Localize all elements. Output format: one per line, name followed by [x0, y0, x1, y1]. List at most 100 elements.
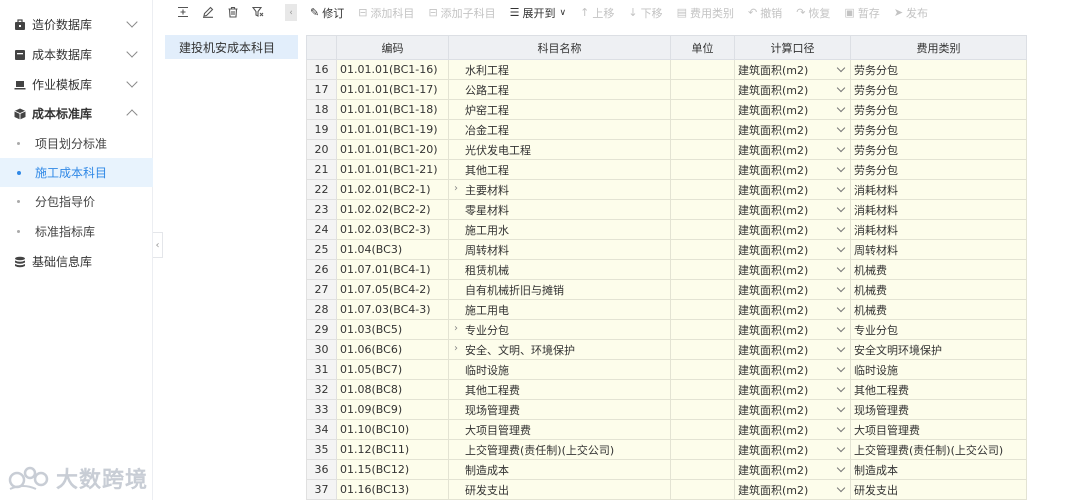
sidebar-item-basic-info-db[interactable]: 基础信息库 — [0, 247, 153, 276]
table-row[interactable]: 36 01.15(BC12) 制造成本 建筑面积(m2) 制造成本 — [306, 459, 1027, 480]
category-cell[interactable]: 专业分包 — [850, 319, 1027, 340]
basis-select[interactable]: 建筑面积(m2) — [734, 459, 851, 480]
category-cell[interactable]: 劳务分包 — [850, 99, 1027, 120]
code-cell[interactable]: 01.07.01(BC4-1) — [336, 259, 449, 280]
code-cell[interactable]: 01.04(BC3) — [336, 239, 449, 260]
code-cell[interactable]: 01.01.01(BC1-20) — [336, 139, 449, 160]
category-cell[interactable]: 安全文明环境保护 — [850, 339, 1027, 360]
category-cell[interactable]: 临时设施 — [850, 359, 1027, 380]
unit-cell[interactable] — [670, 139, 735, 160]
undo-button[interactable]: ↶ 撤销 — [748, 5, 782, 21]
table-row[interactable]: 32 01.08(BC8) 其他工程费 建筑面积(m2) 其他工程费 — [306, 379, 1027, 400]
name-cell[interactable]: 制造成本 — [448, 459, 671, 480]
expand-row-icon[interactable]: › — [454, 343, 458, 354]
basis-select[interactable]: 建筑面积(m2) — [734, 259, 851, 280]
unit-cell[interactable] — [670, 79, 735, 100]
category-cell[interactable]: 其他工程费 — [850, 379, 1027, 400]
code-cell[interactable]: 01.15(BC12) — [336, 459, 449, 480]
basis-select[interactable]: 建筑面积(m2) — [734, 59, 851, 80]
name-cell[interactable]: 冶金工程 — [448, 119, 671, 140]
expand-to-dropdown[interactable]: ☰ 展开到 ∨ — [510, 5, 566, 21]
name-cell[interactable]: 施工用水 — [448, 219, 671, 240]
unit-cell[interactable] — [670, 279, 735, 300]
unit-cell[interactable] — [670, 119, 735, 140]
name-cell[interactable]: › 安全、文明、环境保护 — [448, 339, 671, 360]
column-header-basis[interactable]: 计算口径 — [734, 35, 851, 60]
category-cell[interactable]: 现场管理费 — [850, 399, 1027, 420]
name-cell[interactable]: 其他工程费 — [448, 379, 671, 400]
table-row[interactable]: 30 01.06(BC6) › 安全、文明、环境保护 建筑面积(m2) 安全文明环境保护 — [306, 339, 1027, 360]
redo-button[interactable]: ↷ 恢复 — [796, 5, 830, 21]
table-row[interactable]: 19 01.01.01(BC1-19) 冶金工程 建筑面积(m2) 劳务分包 — [306, 119, 1027, 140]
basis-select[interactable]: 建筑面积(m2) — [734, 219, 851, 240]
code-cell[interactable]: 01.01.01(BC1-21) — [336, 159, 449, 180]
unit-cell[interactable] — [670, 99, 735, 120]
unit-cell[interactable] — [670, 239, 735, 260]
sidebar-collapse-button[interactable]: ‹ — [153, 232, 163, 258]
basis-select[interactable]: 建筑面积(m2) — [734, 439, 851, 460]
filter-clear-icon[interactable] — [251, 5, 265, 19]
basis-select[interactable]: 建筑面积(m2) — [734, 179, 851, 200]
basis-select[interactable]: 建筑面积(m2) — [734, 79, 851, 100]
move-up-button[interactable]: ↑ 上移 — [580, 5, 614, 21]
unit-cell[interactable] — [670, 479, 735, 500]
category-cell[interactable]: 消耗材料 — [850, 179, 1027, 200]
category-cell[interactable]: 劳务分包 — [850, 119, 1027, 140]
unit-cell[interactable] — [670, 319, 735, 340]
basis-select[interactable]: 建筑面积(m2) — [734, 159, 851, 180]
table-row[interactable]: 26 01.07.01(BC4-1) 租赁机械 建筑面积(m2) 机械费 — [306, 259, 1027, 280]
name-cell[interactable]: 研发支出 — [448, 479, 671, 500]
name-cell[interactable]: 上交管理费(责任制)(上交公司) — [448, 439, 671, 460]
sidebar-item-template-db[interactable]: 作业模板库 — [0, 70, 153, 99]
table-row[interactable]: 18 01.01.01(BC1-18) 炉窑工程 建筑面积(m2) 劳务分包 — [306, 99, 1027, 120]
category-cell[interactable]: 劳务分包 — [850, 59, 1027, 80]
code-cell[interactable]: 01.08(BC8) — [336, 379, 449, 400]
name-cell[interactable]: 现场管理费 — [448, 399, 671, 420]
category-cell[interactable]: 机械费 — [850, 279, 1027, 300]
name-cell[interactable]: 水利工程 — [448, 59, 671, 80]
unit-cell[interactable] — [670, 379, 735, 400]
basis-select[interactable]: 建筑面积(m2) — [734, 99, 851, 120]
expand-all-icon[interactable] — [176, 5, 190, 19]
category-cell[interactable]: 机械费 — [850, 299, 1027, 320]
name-cell[interactable]: › 专业分包 — [448, 319, 671, 340]
table-row[interactable]: 21 01.01.01(BC1-21) 其他工程 建筑面积(m2) 劳务分包 — [306, 159, 1027, 180]
sidebar-item-cost-standard-db[interactable]: 成本标准库 — [0, 99, 153, 128]
unit-cell[interactable] — [670, 359, 735, 380]
unit-cell[interactable] — [670, 259, 735, 280]
column-header-name[interactable]: 科目名称 — [448, 35, 671, 60]
column-header-unit[interactable]: 单位 — [670, 35, 735, 60]
code-cell[interactable]: 01.01.01(BC1-17) — [336, 79, 449, 100]
table-row[interactable]: 27 01.07.05(BC4-2) 自有机械折旧与摊销 建筑面积(m2) 机械费 — [306, 279, 1027, 300]
tree-node-selected[interactable]: 建投机安成本科目 — [165, 35, 298, 59]
name-cell[interactable]: 临时设施 — [448, 359, 671, 380]
unit-cell[interactable] — [670, 339, 735, 360]
code-cell[interactable]: 01.16(BC13) — [336, 479, 449, 500]
category-cell[interactable]: 消耗材料 — [850, 199, 1027, 220]
unit-cell[interactable] — [670, 419, 735, 440]
unit-cell[interactable] — [670, 399, 735, 420]
table-row[interactable]: 25 01.04(BC3) 周转材料 建筑面积(m2) 周转材料 — [306, 239, 1027, 260]
table-row[interactable]: 29 01.03(BC5) › 专业分包 建筑面积(m2) 专业分包 — [306, 319, 1027, 340]
name-cell[interactable]: › 主要材料 — [448, 179, 671, 200]
unit-cell[interactable] — [670, 459, 735, 480]
basis-select[interactable]: 建筑面积(m2) — [734, 139, 851, 160]
unit-cell[interactable] — [670, 439, 735, 460]
basis-select[interactable]: 建筑面积(m2) — [734, 299, 851, 320]
sidebar-subitem-construction-cost[interactable]: 施工成本科目 — [0, 158, 153, 187]
table-row[interactable]: 31 01.05(BC7) 临时设施 建筑面积(m2) 临时设施 — [306, 359, 1027, 380]
sidebar-subitem-index-db[interactable]: 标准指标库 — [0, 217, 153, 246]
sidebar-item-cost-price-db[interactable]: 造价数据库 — [0, 10, 153, 39]
name-cell[interactable]: 炉窑工程 — [448, 99, 671, 120]
basis-select[interactable]: 建筑面积(m2) — [734, 379, 851, 400]
name-cell[interactable]: 光伏发电工程 — [448, 139, 671, 160]
code-cell[interactable]: 01.03(BC5) — [336, 319, 449, 340]
basis-select[interactable]: 建筑面积(m2) — [734, 359, 851, 380]
category-cell[interactable]: 制造成本 — [850, 459, 1027, 480]
basis-select[interactable]: 建筑面积(m2) — [734, 339, 851, 360]
category-cell[interactable]: 上交管理费(责任制)(上交公司) — [850, 439, 1027, 460]
name-cell[interactable]: 租赁机械 — [448, 259, 671, 280]
edit-icon[interactable] — [201, 5, 215, 19]
table-row[interactable]: 34 01.10(BC10) 大项目管理费 建筑面积(m2) 大项目管理费 — [306, 419, 1027, 440]
table-row[interactable]: 37 01.16(BC13) 研发支出 建筑面积(m2) 研发支出 — [306, 479, 1027, 500]
